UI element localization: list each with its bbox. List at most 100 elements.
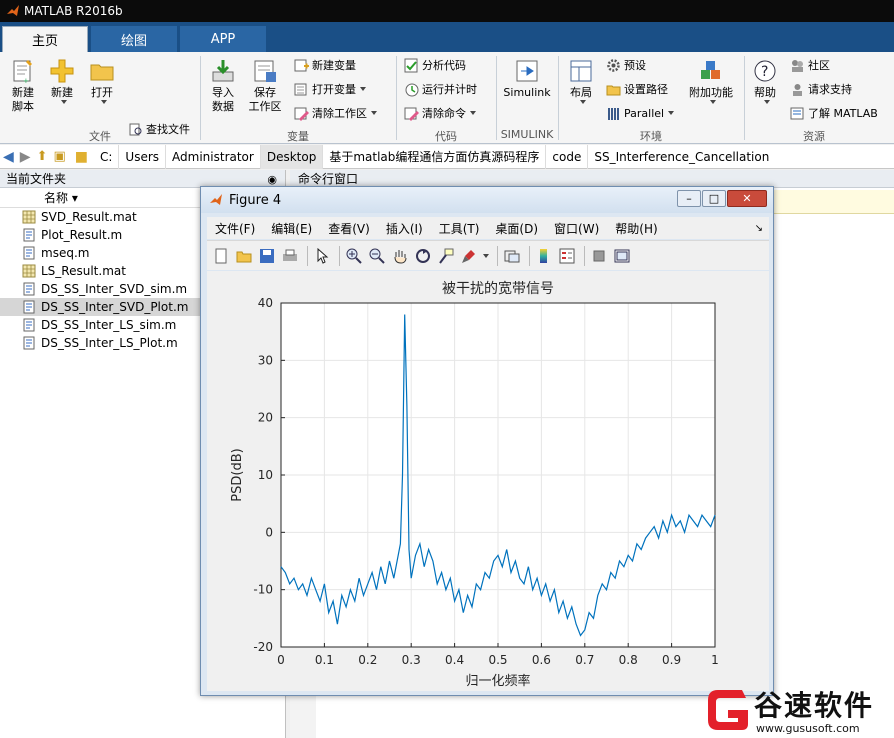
breadcrumb-item[interactable]: Desktop xyxy=(260,144,324,169)
x-tick-label: 0.2 xyxy=(358,653,377,667)
save-workspace-button[interactable]: 保存 工作区 xyxy=(246,58,284,114)
new-button[interactable]: 新建 xyxy=(46,58,78,104)
print-icon[interactable] xyxy=(280,246,300,266)
pointer-icon[interactable] xyxy=(312,246,332,266)
ribbon-tab-bar: 主页 绘图 APP xyxy=(0,22,894,52)
breadcrumb-item[interactable]: C: xyxy=(94,144,120,169)
menu-insert[interactable]: 插入(I) xyxy=(378,220,431,237)
learn-matlab-label: 了解 MATLAB xyxy=(808,107,878,120)
help-button[interactable]: ? 帮助 xyxy=(750,58,780,104)
browse-folder-icon[interactable]: ▣ xyxy=(50,149,68,164)
matlab-logo-icon xyxy=(7,5,19,16)
analyze-code-button[interactable]: 分析代码 xyxy=(404,56,466,74)
open-label: 打开 xyxy=(91,86,113,99)
breadcrumb-item[interactable]: 基于matlab编程通信方面仿真源码程序 xyxy=(323,144,547,169)
open-button[interactable]: 打开 xyxy=(86,58,118,104)
link-icon[interactable] xyxy=(502,246,522,266)
save-icon[interactable] xyxy=(257,246,277,266)
menu-file[interactable]: 文件(F) xyxy=(207,220,263,237)
breadcrumb-item[interactable]: Administrator xyxy=(166,144,261,169)
menu-tools[interactable]: 工具(T) xyxy=(431,220,488,237)
chevron-down-icon[interactable] xyxy=(482,246,490,266)
menu-help[interactable]: 帮助(H) xyxy=(607,220,665,237)
preferences-button[interactable]: 预设 xyxy=(606,56,646,74)
figure-toolbar xyxy=(207,240,769,270)
learn-matlab-button[interactable]: 了解 MATLAB xyxy=(790,104,878,122)
breadcrumb-item[interactable]: code xyxy=(546,144,589,169)
import-data-icon xyxy=(212,60,234,82)
new-variable-button[interactable]: 新建变量 xyxy=(294,56,356,74)
simulink-label: Simulink xyxy=(503,86,551,99)
minimize-button[interactable]: – xyxy=(677,190,701,207)
file-name: DS_SS_Inter_SVD_Plot.m xyxy=(41,300,189,314)
learn-matlab-icon xyxy=(790,107,804,119)
figure-canvas: 0 0.1 0.2 0.3 0.4 0.5 0.6 0.7 0.8 0.9 1 -20 -10 0 10 20… xyxy=(207,271,769,691)
show-plot-tools-icon[interactable] xyxy=(612,246,632,266)
m-file-icon xyxy=(23,246,35,260)
y-tick-label: 0 xyxy=(265,525,273,539)
figure-title-bar[interactable]: Figure 4 – □ ✕ xyxy=(201,187,773,213)
brush-icon[interactable] xyxy=(459,246,479,266)
new-plus-icon xyxy=(50,59,74,83)
new-script-button[interactable]: + 新建 脚本 xyxy=(6,58,40,114)
tab-apps[interactable]: APP xyxy=(180,26,266,52)
import-data-button[interactable]: 导入 数据 xyxy=(206,58,240,114)
layout-button[interactable]: 布局 xyxy=(564,58,598,104)
dock-arrow-icon[interactable]: ↘ xyxy=(755,223,763,234)
zoom-out-icon[interactable] xyxy=(367,246,387,266)
menu-view[interactable]: 查看(V) xyxy=(320,220,378,237)
open-variable-button[interactable]: 打开变量 xyxy=(294,80,366,98)
tab-plots[interactable]: 绘图 xyxy=(91,26,177,52)
menu-edit[interactable]: 编辑(E) xyxy=(263,220,320,237)
rotate-icon[interactable] xyxy=(413,246,433,266)
x-tick-label: 0.6 xyxy=(532,653,551,667)
simulink-button[interactable]: Simulink xyxy=(502,58,552,100)
new-figure-icon[interactable] xyxy=(211,246,231,266)
chevron-down-icon xyxy=(371,111,377,115)
breadcrumb-item[interactable]: Users xyxy=(119,144,167,169)
y-tick-label: 40 xyxy=(258,296,273,310)
tab-home[interactable]: 主页 xyxy=(2,26,88,52)
data-cursor-icon[interactable] xyxy=(436,246,456,266)
breadcrumb-item[interactable]: SS_Interference_Cancellation xyxy=(588,145,775,169)
menu-window[interactable]: 窗口(W) xyxy=(546,220,607,237)
file-name: SVD_Result.mat xyxy=(41,210,137,224)
layout-icon xyxy=(570,60,592,82)
colorbar-icon[interactable] xyxy=(534,246,554,266)
legend-icon[interactable] xyxy=(557,246,577,266)
forward-arrow-icon[interactable]: ▶ xyxy=(17,149,34,165)
up-folder-icon[interactable]: ⬆ xyxy=(34,149,51,164)
parallel-label: Parallel xyxy=(624,106,665,120)
x-tick-label: 0.9 xyxy=(662,653,681,667)
clear-workspace-icon xyxy=(294,107,309,121)
menu-desktop[interactable]: 桌面(D) xyxy=(487,220,546,237)
close-button[interactable]: ✕ xyxy=(727,190,767,207)
zoom-in-icon[interactable] xyxy=(344,246,364,266)
maximize-button[interactable]: □ xyxy=(702,190,726,207)
group-label-variable: 变量 xyxy=(287,130,309,143)
back-arrow-icon[interactable]: ◀ xyxy=(0,149,17,165)
pan-icon[interactable] xyxy=(390,246,410,266)
community-button[interactable]: 社区 xyxy=(790,56,830,74)
group-label-code: 代码 xyxy=(435,130,457,143)
parallel-button[interactable]: Parallel xyxy=(606,104,675,122)
figure-title: Figure 4 xyxy=(229,192,282,208)
save-workspace-icon xyxy=(254,60,276,82)
clear-workspace-button[interactable]: 清除工作区 xyxy=(294,104,377,122)
ribbon: + 新建 脚本 新建 打开 查找文件 比较 文件 导入 数据 保存 工作区 xyxy=(0,52,894,160)
hide-plot-tools-icon[interactable] xyxy=(589,246,609,266)
file-name: DS_SS_Inter_LS_sim.m xyxy=(41,318,177,332)
set-path-button[interactable]: 设置路径 xyxy=(606,80,668,98)
clear-commands-button[interactable]: 清除命令 xyxy=(404,104,476,122)
run-and-time-button[interactable]: 运行并计时 xyxy=(404,80,477,98)
chevron-down-icon xyxy=(668,111,675,115)
y-axis-label: PSD(dB) xyxy=(230,448,245,501)
y-tick-label: -20 xyxy=(253,640,273,654)
x-tick-label: 0.4 xyxy=(445,653,464,667)
addons-button[interactable]: 附加功能 xyxy=(688,58,734,104)
file-name: LS_Result.mat xyxy=(41,264,126,278)
request-support-button[interactable]: 请求支持 xyxy=(790,80,852,98)
addons-label: 附加功能 xyxy=(689,86,733,99)
open-icon[interactable] xyxy=(234,246,254,266)
open-variable-label: 打开变量 xyxy=(312,83,356,96)
